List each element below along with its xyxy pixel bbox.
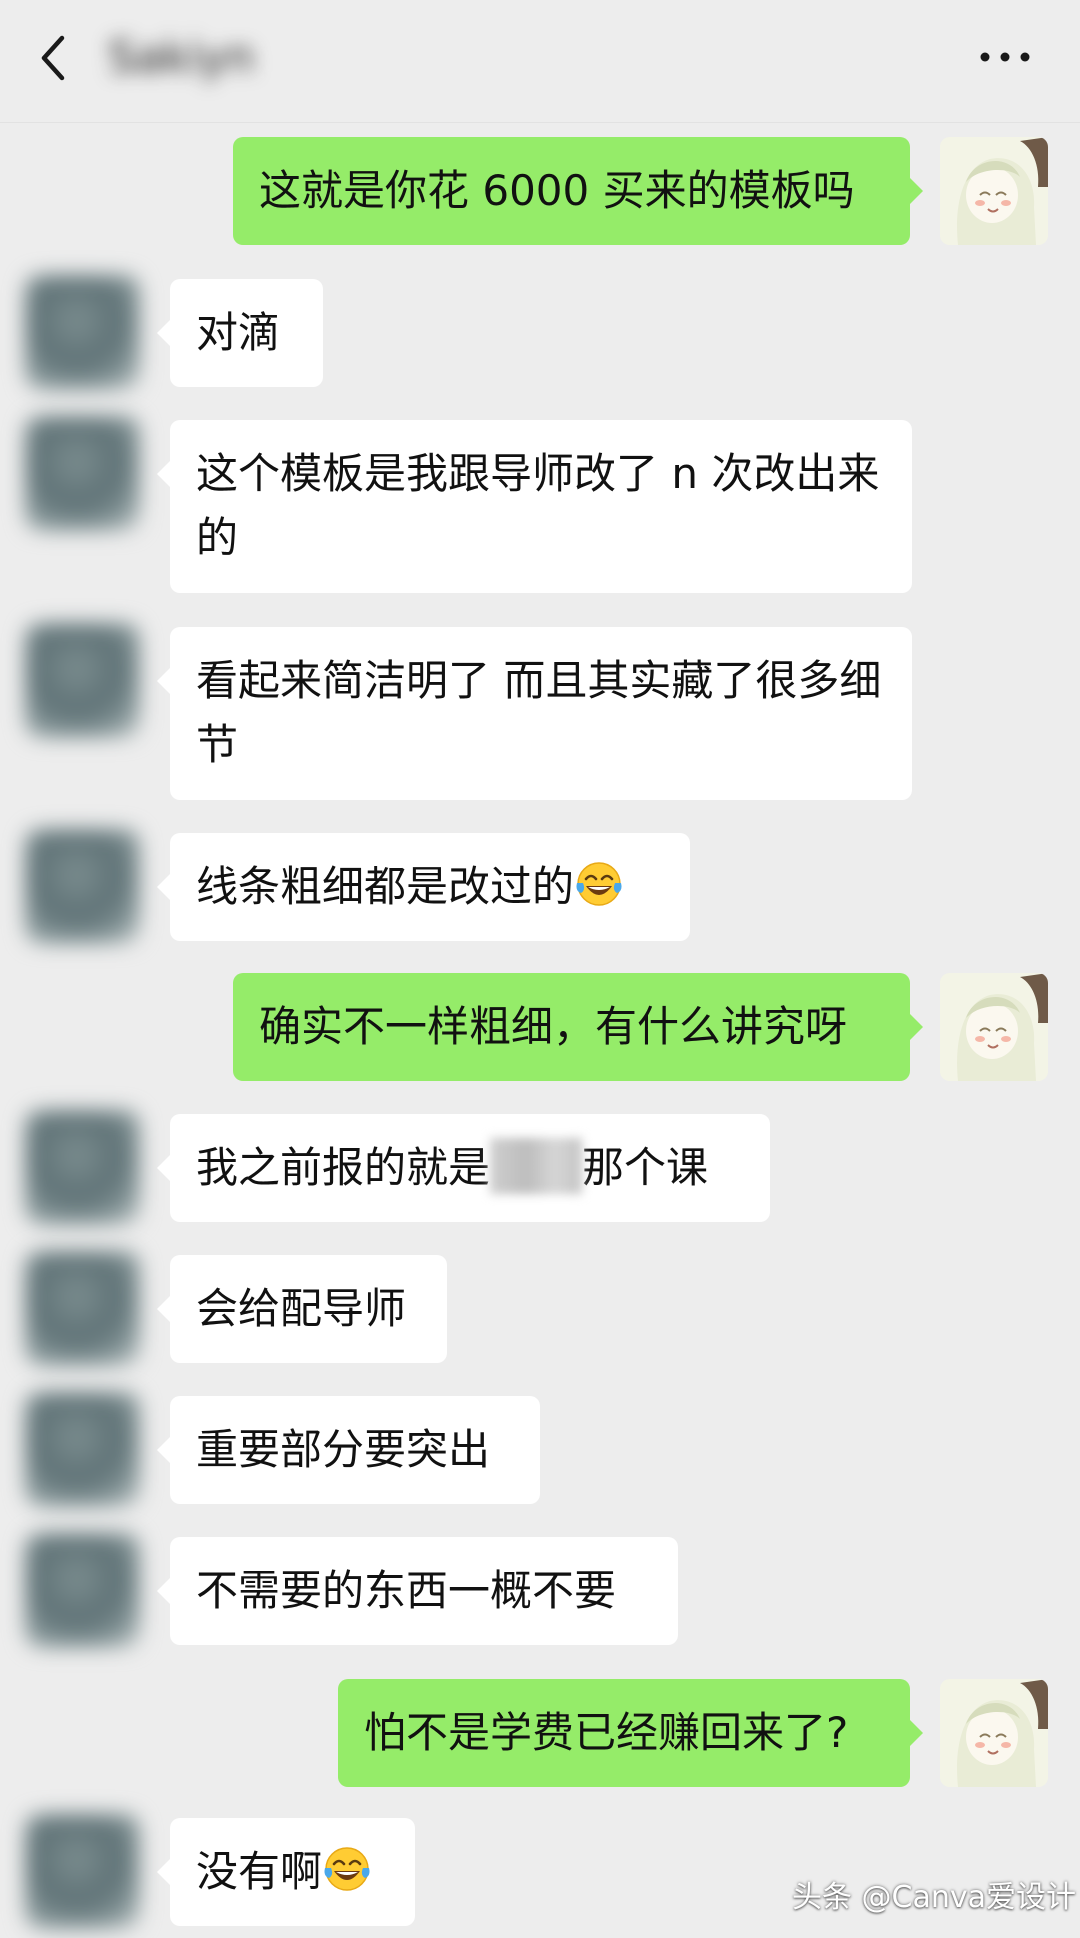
message-bubble[interactable]: 这就是你花 6000 买来的模板吗 — [233, 137, 910, 245]
message-text: 对滴 — [196, 308, 281, 357]
bubble-tail — [157, 1437, 170, 1463]
message-text-after: 那个课 — [582, 1143, 709, 1192]
message-text: 这就是你花 6000 买来的模板吗 — [259, 166, 855, 215]
tears-of-joy-emoji — [576, 862, 622, 906]
bubble-tail — [157, 1296, 170, 1322]
message-text: 重要部分要突出 — [196, 1425, 491, 1474]
message-bubble[interactable]: 不需要的东西一概不要 — [170, 1537, 678, 1645]
chevron-left-icon[interactable] — [28, 28, 78, 88]
my-avatar[interactable] — [940, 973, 1048, 1081]
contact-avatar[interactable] — [25, 1533, 140, 1648]
message-bubble[interactable]: 看起来简洁明了 而且其实藏了很多细节 — [170, 627, 912, 800]
bubble-tail — [157, 668, 170, 694]
bubble-tail — [910, 178, 923, 204]
message-text-before: 我之前报的就是 — [196, 1143, 491, 1192]
bubble-tail — [157, 461, 170, 487]
contact-avatar[interactable] — [25, 829, 140, 944]
message-bubble[interactable]: 我之前报的就是 那个课 — [170, 1114, 770, 1222]
contact-name: Sakiyn — [108, 32, 255, 83]
bubble-tail — [157, 874, 170, 900]
message-text: 没有啊 — [196, 1847, 323, 1896]
chat-header: Sakiyn — [0, 0, 1080, 123]
bubble-tail — [157, 320, 170, 346]
bubble-tail — [157, 1578, 170, 1604]
message-text: 确实不一样粗细，有什么讲究呀 — [259, 1002, 848, 1051]
my-avatar[interactable] — [940, 1679, 1048, 1787]
message-bubble[interactable]: 没有啊 — [170, 1818, 415, 1926]
message-text: 会给配导师 — [196, 1284, 407, 1333]
contact-avatar[interactable] — [25, 623, 140, 738]
tears-of-joy-emoji — [324, 1847, 370, 1891]
ellipsis-icon[interactable] — [975, 45, 1035, 69]
message-text: 线条粗细都是改过的 — [196, 862, 575, 911]
contact-avatar[interactable] — [25, 1110, 140, 1225]
message-bubble[interactable]: 线条粗细都是改过的 — [170, 833, 690, 941]
message-bubble[interactable]: 重要部分要突出 — [170, 1396, 540, 1504]
contact-avatar[interactable] — [25, 1251, 140, 1366]
watermark: 头条 @Canva爱设计 — [792, 1880, 1077, 1915]
my-avatar[interactable] — [940, 137, 1048, 245]
message-bubble[interactable]: 对滴 — [170, 279, 323, 387]
bubble-tail — [910, 1720, 923, 1746]
message-text: 这个模板是我跟导师改了 n 次改出来的 — [196, 449, 880, 562]
contact-avatar[interactable] — [25, 416, 140, 531]
message-bubble[interactable]: 这个模板是我跟导师改了 n 次改出来的 — [170, 420, 912, 593]
redacted-text — [490, 1138, 583, 1194]
message-bubble[interactable]: 怕不是学费已经赚回来了? — [338, 1679, 910, 1787]
bubble-tail — [910, 1014, 923, 1040]
message-bubble[interactable]: 会给配导师 — [170, 1255, 447, 1363]
message-text: 不需要的东西一概不要 — [196, 1566, 617, 1615]
contact-avatar[interactable] — [25, 275, 140, 390]
message-text: 看起来简洁明了 而且其实藏了很多细节 — [196, 656, 882, 769]
message-bubble[interactable]: 确实不一样粗细，有什么讲究呀 — [233, 973, 910, 1081]
contact-avatar[interactable] — [25, 1814, 140, 1929]
bubble-tail — [157, 1155, 170, 1181]
message-text: 怕不是学费已经赚回来了? — [364, 1708, 849, 1757]
contact-avatar[interactable] — [25, 1392, 140, 1507]
bubble-tail — [157, 1859, 170, 1885]
